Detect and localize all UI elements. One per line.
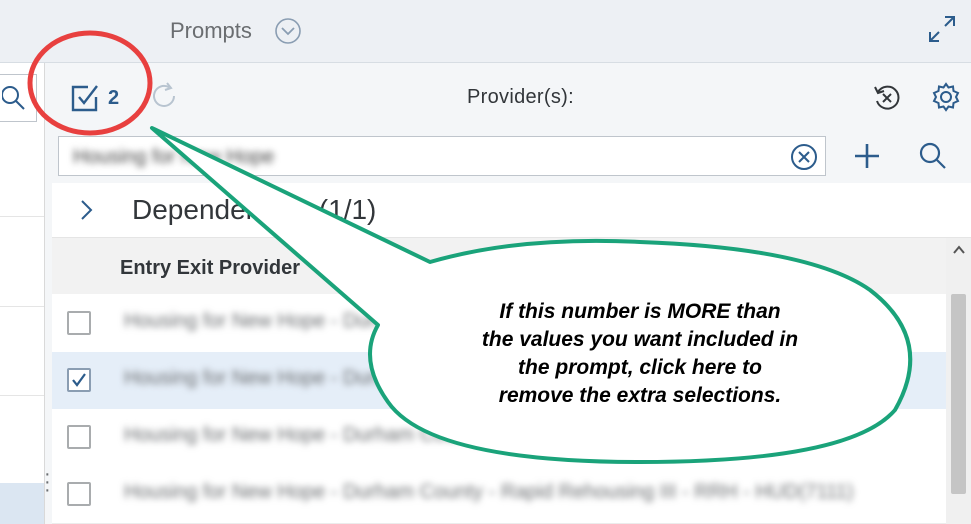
search-row: Housing for New Hope — [52, 129, 971, 183]
dependencies-label: Dependencies (1/1) — [132, 194, 377, 225]
search-input[interactable]: Housing for New Hope — [58, 136, 826, 176]
row-checkbox[interactable] — [67, 368, 91, 392]
settings-icon[interactable] — [930, 81, 962, 113]
row-checkbox[interactable] — [67, 311, 91, 335]
table-row[interactable]: Housing for New Hope - Durham County - R… — [52, 466, 946, 524]
callout-line: the prompt, click here to — [518, 356, 762, 379]
row-checkbox[interactable] — [67, 425, 91, 449]
callout-text: If this number is MORE than the values y… — [440, 298, 840, 410]
row-value: Housing for New Hope - Durham County - R… — [124, 424, 790, 446]
add-icon[interactable] — [852, 141, 882, 171]
scrollbar-thumb[interactable] — [951, 294, 966, 494]
pane-splitter-handle[interactable]: · · · — [44, 464, 51, 500]
table-row[interactable]: Housing for New Hope - Durham County - R… — [52, 409, 946, 467]
clear-circle-icon[interactable] — [789, 142, 819, 172]
divider — [0, 306, 44, 307]
checkbox-checked-icon — [70, 83, 100, 118]
callout-line: If this number is MORE than — [499, 300, 781, 323]
circle-chevron-down-icon[interactable] — [274, 17, 302, 45]
prompts-header: Prompts — [0, 0, 971, 63]
selected-values-button[interactable]: 2 — [70, 81, 126, 113]
left-list-item-selected[interactable] — [0, 483, 44, 524]
value-toolbar: 2 Provider(s): — [52, 63, 971, 129]
prompts-title: Prompts — [170, 18, 252, 43]
column-header: Entry Exit Provider — [120, 257, 301, 279]
divider — [0, 395, 44, 396]
left-search-field[interactable] — [0, 74, 37, 122]
row-value: Housing for New Hope - Durham County - R… — [124, 481, 854, 503]
callout-line: remove the extra selections. — [498, 384, 782, 407]
left-pane — [0, 63, 45, 524]
selected-count: 2 — [108, 87, 120, 109]
divider — [0, 216, 44, 217]
row-checkbox[interactable] — [67, 482, 91, 506]
search-icon[interactable] — [1, 85, 28, 116]
fullscreen-icon[interactable] — [927, 14, 957, 44]
checkmark-icon — [72, 373, 86, 387]
search-input-value: Housing for New Hope — [73, 146, 275, 168]
main-pane: 2 Provider(s): Housing for New Hope Depe… — [52, 63, 971, 524]
vertical-scrollbar[interactable] — [946, 238, 971, 524]
callout-line: the values you want included in — [481, 328, 799, 351]
search-icon[interactable] — [918, 141, 948, 171]
chevron-right-icon[interactable] — [76, 198, 96, 222]
clear-selection-icon[interactable] — [872, 83, 902, 113]
refresh-icon[interactable] — [150, 81, 180, 111]
dependencies-group[interactable]: Dependencies (1/1) — [52, 183, 971, 238]
scroll-up-icon[interactable] — [952, 243, 966, 257]
table-header: Entry Exit Provider — [52, 238, 946, 294]
prompt-name-label: Provider(s): — [467, 86, 574, 108]
